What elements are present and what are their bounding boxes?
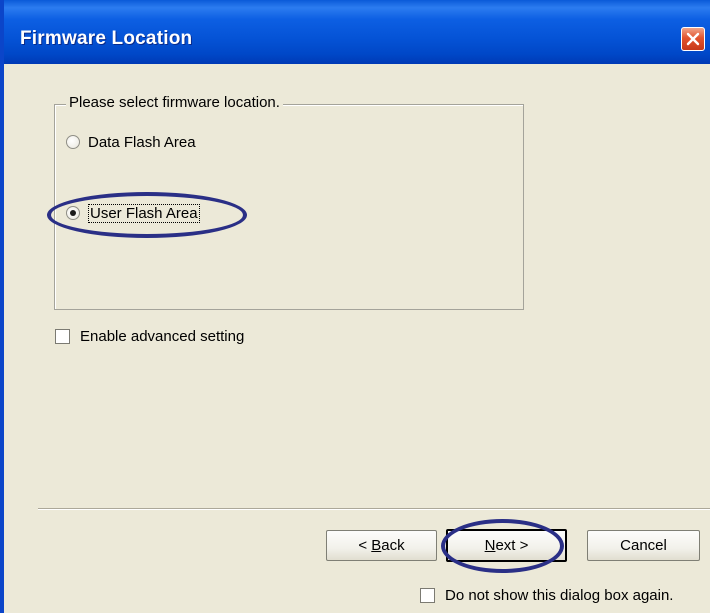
radio-button-unselected[interactable]	[66, 135, 80, 149]
dont-show-again-checkbox[interactable]: Do not show this dialog box again.	[420, 584, 673, 606]
back-hotkey: B	[371, 537, 382, 554]
close-button[interactable]	[681, 27, 705, 51]
next-rest: ext >	[495, 537, 529, 554]
back-rest: ack	[381, 537, 405, 554]
dialog-window: Firmware Location Please select firmware…	[0, 0, 710, 613]
close-icon	[686, 32, 700, 46]
next-hotkey: N	[484, 537, 496, 554]
radio-user-flash-area[interactable]: User Flash Area	[66, 202, 200, 224]
next-button[interactable]: Next >	[446, 529, 567, 562]
title-bar[interactable]: Firmware Location	[4, 0, 710, 64]
back-button[interactable]: < Back	[326, 530, 437, 561]
advanced-setting-checkbox[interactable]: Enable advanced setting	[55, 325, 244, 347]
back-prefix: <	[358, 537, 372, 554]
radio-data-flash-area[interactable]: Data Flash Area	[66, 131, 196, 153]
checkbox-dont-show[interactable]	[420, 587, 435, 603]
dont-show-again-label: Do not show this dialog box again.	[445, 586, 674, 604]
checkbox-advanced[interactable]	[55, 328, 70, 344]
radio-label-user-flash: User Flash Area	[88, 203, 200, 223]
separator	[38, 508, 710, 510]
group-legend: Please select firmware location.	[66, 94, 283, 111]
window-title: Firmware Location	[20, 28, 193, 49]
cancel-button[interactable]: Cancel	[587, 530, 700, 561]
radio-label-data-flash: Data Flash Area	[88, 133, 196, 151]
advanced-setting-label: Enable advanced setting	[80, 327, 245, 345]
radio-button-selected[interactable]	[66, 206, 80, 220]
